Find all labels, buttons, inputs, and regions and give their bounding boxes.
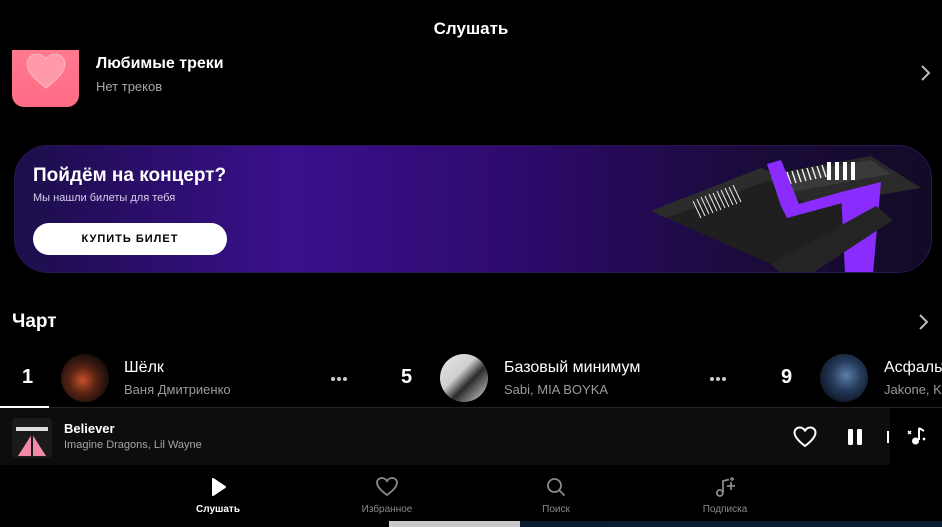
play-icon xyxy=(212,478,226,496)
player-extra xyxy=(890,408,942,465)
divider xyxy=(887,431,889,443)
player-cover xyxy=(12,418,52,458)
mini-player[interactable]: Believer Imagine Dragons, Lil Wayne xyxy=(0,408,890,465)
nav-label: Поиск xyxy=(542,504,570,515)
pause-icon[interactable] xyxy=(846,428,864,449)
more-options-icon[interactable] xyxy=(710,368,732,384)
favorites-title: Любимые треки xyxy=(96,55,224,72)
nav-label: Слушать xyxy=(196,504,240,515)
chart-item[interactable]: 9 Асфальт Jakone, Ki xyxy=(760,352,942,404)
chevron-right-icon[interactable] xyxy=(918,64,932,82)
heart-icon xyxy=(26,53,66,89)
heart-icon[interactable] xyxy=(793,426,817,451)
nav-item-listen[interactable]: Слушать xyxy=(158,475,278,515)
music-plus-icon xyxy=(715,477,735,497)
track-cover xyxy=(440,354,488,402)
nav-label: Избранное xyxy=(361,504,413,515)
nav-item-favorites[interactable]: Избранное xyxy=(327,475,447,515)
track-artist: Sabi, MIA BOYKA xyxy=(504,382,609,397)
bottom-nav: Слушать Избранное Поиск Подписка xyxy=(0,465,942,527)
track-title: Асфальт xyxy=(884,359,942,376)
nav-item-subscription[interactable]: Подписка xyxy=(665,475,785,515)
chart-rank: 5 xyxy=(401,366,413,388)
track-cover xyxy=(61,354,109,402)
player-artist: Imagine Dragons, Lil Wayne xyxy=(64,439,202,451)
buy-ticket-button[interactable]: КУПИТЬ БИЛЕТ xyxy=(33,223,227,255)
concert-banner[interactable]: Пойдём на концерт? Мы нашли билеты для т… xyxy=(14,145,932,273)
chart-item[interactable]: 1 Шёлк Ваня Дмитриенко xyxy=(0,352,380,404)
chart-rank: 1 xyxy=(22,366,34,388)
home-indicator xyxy=(389,521,520,527)
track-title: Шёлк xyxy=(124,359,164,376)
track-artist: Ваня Дмитриенко xyxy=(124,382,231,397)
page-title: Слушать xyxy=(433,19,509,38)
track-artist: Jakone, Ki xyxy=(884,382,942,397)
more-options-icon[interactable] xyxy=(331,368,353,384)
banner-title: Пойдём на концерт? xyxy=(33,165,227,186)
track-title: Базовый минимум xyxy=(504,359,641,376)
nav-item-search[interactable]: Поиск xyxy=(496,475,616,515)
banner-subtitle: Мы нашли билеты для тебя xyxy=(33,192,176,204)
system-bar xyxy=(520,521,608,527)
track-cover xyxy=(820,354,868,402)
chart-item[interactable]: 5 Базовый минимум Sabi, MIA BOYKA xyxy=(380,352,760,404)
tickets-illustration xyxy=(651,156,921,272)
chart-title: Чарт xyxy=(12,311,57,332)
chart-rank: 9 xyxy=(781,366,793,388)
player-title: Believer xyxy=(64,421,115,436)
music-wave-icon[interactable] xyxy=(905,425,929,452)
favorites-row[interactable]: Любимые треки Нет треков xyxy=(12,50,932,108)
nav-label: Подписка xyxy=(702,504,748,515)
heart-icon xyxy=(376,477,398,497)
search-icon xyxy=(547,478,565,496)
system-bar xyxy=(608,521,942,527)
chevron-right-icon[interactable] xyxy=(916,313,930,331)
favorites-cover xyxy=(12,50,79,107)
favorites-subtitle: Нет треков xyxy=(96,79,163,94)
